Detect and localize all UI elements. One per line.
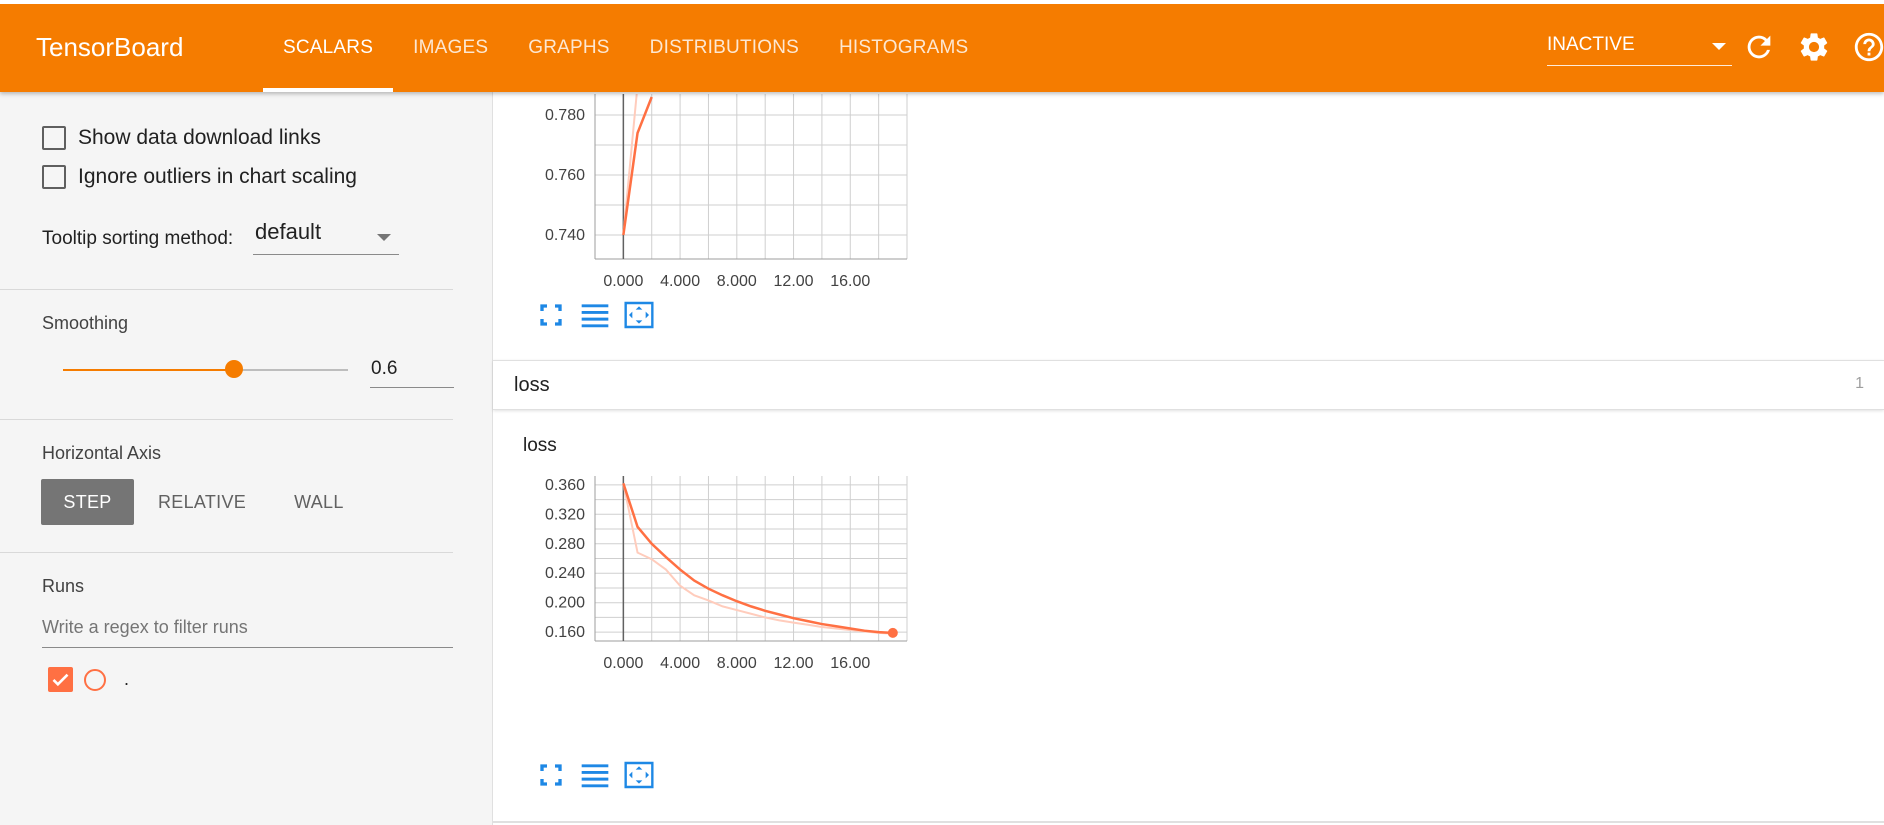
y-tick-label: 0.780 bbox=[545, 107, 585, 124]
horizontal-axis-options: STEP RELATIVE WALL bbox=[41, 479, 368, 525]
tab-histograms[interactable]: HISTOGRAMS bbox=[819, 4, 988, 92]
ignore-outliers-checkbox[interactable]: Ignore outliers in chart scaling bbox=[42, 165, 357, 189]
show-download-links-checkbox[interactable]: Show data download links bbox=[42, 126, 321, 150]
run-checkbox[interactable] bbox=[48, 667, 73, 692]
tab-images[interactable]: IMAGES bbox=[393, 4, 508, 92]
y-tick-label: 0.320 bbox=[545, 506, 585, 523]
horizontal-axis-label: Horizontal Axis bbox=[42, 443, 162, 463]
tab-graphs[interactable]: GRAPHS bbox=[508, 4, 629, 92]
x-tick-label: 4.000 bbox=[660, 655, 700, 672]
app-title: TensorBoard bbox=[36, 32, 184, 62]
run-filter-input[interactable]: Write a regex to filter runs bbox=[42, 612, 453, 648]
top-chart-actions bbox=[535, 299, 667, 331]
run-item: . bbox=[48, 667, 129, 692]
dropdown-value: default bbox=[255, 219, 322, 244]
x-tick-label: 12.00 bbox=[774, 273, 814, 290]
loss-chart-actions bbox=[535, 759, 667, 791]
fullscreen-icon[interactable] bbox=[535, 759, 567, 791]
y-tick-label: 0.240 bbox=[545, 565, 585, 582]
group-name: loss bbox=[514, 374, 550, 396]
top-scalar-chart[interactable]: 0.780 0.760 0.740 0.000 4.000 8.000 12.00 16.00 bbox=[545, 82, 919, 290]
y-tick-label: 0.760 bbox=[545, 167, 585, 184]
smoothing-label: Smoothing bbox=[42, 313, 129, 333]
x-tick-label: 4.000 bbox=[660, 273, 700, 290]
smoothed-series-line bbox=[622, 96, 653, 236]
tooltip-sorting-label: Tooltip sorting method: bbox=[42, 228, 234, 249]
y-tick-label: 0.160 bbox=[545, 624, 585, 641]
help-icon[interactable] bbox=[1852, 30, 1884, 64]
x-tick-label: 0.000 bbox=[603, 273, 643, 290]
smoothing-slider[interactable] bbox=[63, 369, 348, 371]
x-tick-label: 16.00 bbox=[830, 655, 870, 672]
runs-label: Runs bbox=[42, 576, 85, 596]
x-tick-label: 8.000 bbox=[717, 273, 757, 290]
y-tick-label: 0.200 bbox=[545, 595, 585, 612]
divider bbox=[0, 419, 453, 420]
checkbox-label: Ignore outliers in chart scaling bbox=[78, 165, 357, 188]
slider-knob[interactable] bbox=[225, 360, 243, 378]
fullscreen-icon[interactable] bbox=[535, 299, 567, 331]
tooltip-sorting-dropdown[interactable]: default bbox=[253, 219, 399, 255]
dashboard-tabs: SCALARS IMAGES GRAPHS DISTRIBUTIONS HIST… bbox=[263, 4, 988, 92]
checkbox-box[interactable] bbox=[42, 165, 66, 189]
chevron-down-icon bbox=[377, 234, 391, 241]
run-name: . bbox=[124, 669, 130, 689]
axis-wall-button[interactable]: WALL bbox=[270, 479, 368, 525]
checkbox-label: Show data download links bbox=[78, 126, 321, 149]
x-tick-label: 8.000 bbox=[717, 655, 757, 672]
loss-chart-title: loss bbox=[523, 435, 557, 456]
tab-distributions[interactable]: DISTRIBUTIONS bbox=[630, 4, 819, 92]
divider bbox=[493, 821, 1884, 823]
smoothing-input[interactable]: 0.6 bbox=[370, 354, 454, 388]
group-count: 1 bbox=[1855, 375, 1864, 392]
inactive-dashboards-dropdown[interactable]: INACTIVE bbox=[1547, 30, 1732, 66]
toggle-y-log-icon[interactable] bbox=[579, 299, 611, 331]
axis-relative-button[interactable]: RELATIVE bbox=[134, 479, 270, 525]
check-icon bbox=[52, 673, 69, 687]
top-app-bar: TensorBoard SCALARS IMAGES GRAPHS DISTRI… bbox=[0, 0, 1884, 92]
y-tick-label: 0.740 bbox=[545, 227, 585, 244]
slider-fill bbox=[63, 369, 234, 371]
loss-group-header[interactable]: loss 1 bbox=[493, 360, 1884, 410]
chevron-down-icon bbox=[1712, 43, 1726, 50]
fit-domain-icon[interactable] bbox=[623, 759, 655, 791]
last-point-marker bbox=[887, 627, 898, 638]
axis-step-button[interactable]: STEP bbox=[41, 479, 134, 525]
sidebar: Show data download links Ignore outliers… bbox=[0, 92, 493, 825]
x-tick-label: 12.00 bbox=[774, 655, 814, 672]
checkbox-box[interactable] bbox=[42, 126, 66, 150]
run-color-circle[interactable] bbox=[84, 668, 106, 691]
scalars-main-panel: 0.780 0.760 0.740 0.000 4.000 8.000 12.00 16.00… bbox=[493, 92, 1884, 825]
x-tick-label: 16.00 bbox=[830, 273, 870, 290]
dropdown-value: INACTIVE bbox=[1547, 34, 1635, 55]
tab-scalars[interactable]: SCALARS bbox=[263, 4, 394, 92]
refresh-icon[interactable] bbox=[1742, 30, 1776, 64]
x-tick-label: 0.000 bbox=[603, 655, 643, 672]
divider bbox=[0, 552, 453, 553]
y-tick-label: 0.280 bbox=[545, 536, 585, 553]
toggle-y-log-icon[interactable] bbox=[579, 759, 611, 791]
fit-domain-icon[interactable] bbox=[623, 299, 655, 331]
settings-icon[interactable] bbox=[1797, 30, 1831, 64]
loss-scalar-chart[interactable]: 0.360 0.320 0.280 0.240 0.200 0.160 0.000 4.000… bbox=[545, 464, 919, 672]
y-tick-label: 0.360 bbox=[545, 477, 585, 494]
divider bbox=[0, 289, 453, 290]
